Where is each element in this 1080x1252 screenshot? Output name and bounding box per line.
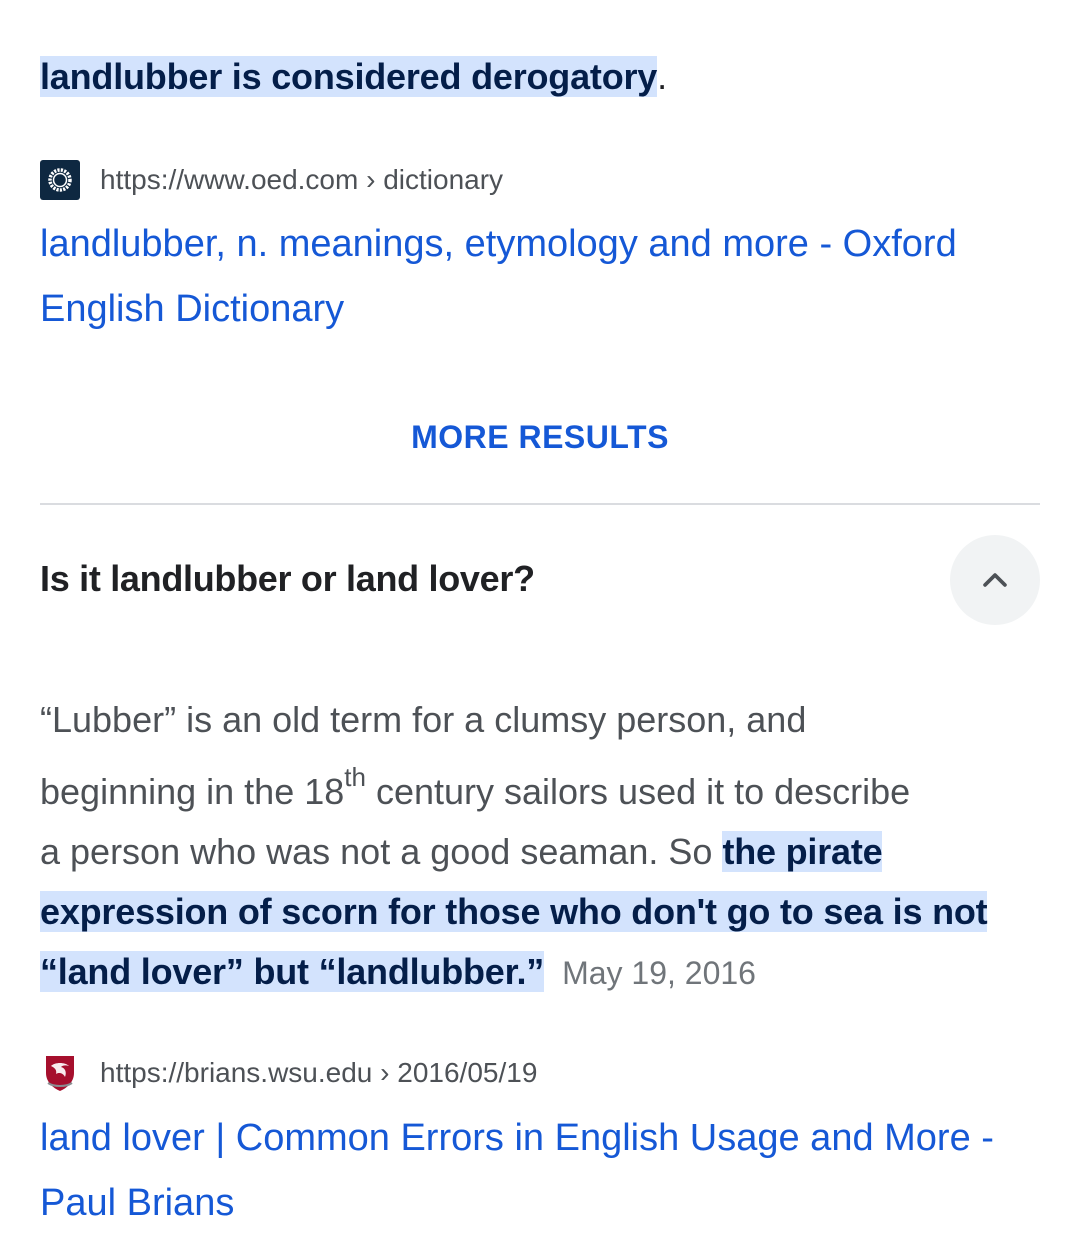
result-title-line: land lover | Common Errors in English Us… — [40, 1117, 994, 1159]
answer-line: expression of scorn for those who don't … — [40, 882, 1040, 942]
oed-favicon-icon — [40, 160, 80, 200]
result-title-line: English Dictionary — [40, 288, 345, 330]
wsu-favicon-icon — [40, 1053, 80, 1093]
chevron-up-icon — [983, 573, 1007, 587]
result-url: https://brians.wsu.edu › 2016/05/19 — [100, 1057, 538, 1088]
answer-text: beginning in the 18 — [40, 771, 345, 812]
result-title-line: landlubber, n. meanings, etymology and m… — [40, 223, 957, 265]
answer-line: “Lubber” is an old term for a clumsy per… — [40, 699, 807, 740]
superscript: th — [344, 762, 366, 792]
result-url: https://www.oed.com › dictionary — [100, 164, 504, 195]
result-title-line: Paul Brians — [40, 1182, 235, 1224]
collapse-button[interactable] — [950, 535, 1040, 625]
result-cite-wsu[interactable]: https://brians.wsu.edu › 2016/05/19 — [40, 1053, 537, 1093]
answer-text: a person who was not a good seaman. So — [40, 831, 723, 872]
featured-snippet-tail: landlubber is considered derogatory. — [40, 52, 667, 102]
answer-line: beginning in the 18th century sailors us… — [40, 762, 1040, 822]
snippet-highlight: landlubber is considered derogatory — [40, 56, 658, 97]
result-title-oed[interactable]: landlubber, n. meanings, etymology and m… — [40, 212, 1040, 342]
snippet-trailing: . — [657, 56, 668, 97]
answer-highlight: expression of scorn for those who don't … — [40, 891, 988, 932]
answer-line: a person who was not a good seaman. So t… — [40, 822, 1040, 882]
faq-question[interactable]: Is it landlubber or land lover? — [40, 554, 535, 604]
answer-line: “land lover” but “landlubber.” May 19, 20… — [40, 942, 1040, 1003]
more-results-button[interactable]: MORE RESULTS — [40, 412, 1040, 462]
result-cite-oed[interactable]: https://www.oed.com › dictionary — [40, 160, 503, 200]
answer-date: May 19, 2016 — [562, 955, 756, 991]
divider — [40, 503, 1040, 505]
faq-answer: “Lubber” is an old term for a clumsy per… — [40, 690, 1040, 1003]
result-title-wsu[interactable]: land lover | Common Errors in English Us… — [40, 1106, 1040, 1236]
answer-highlight: “land lover” but “landlubber.” — [40, 951, 545, 992]
answer-text: century sailors used it to describe — [365, 771, 911, 812]
answer-highlight: the pirate — [722, 831, 883, 872]
